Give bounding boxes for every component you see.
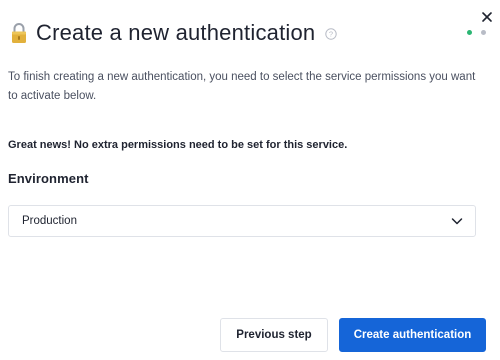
step-indicator [467, 30, 486, 35]
environment-select-value: Production [22, 215, 77, 227]
svg-text:?: ? [329, 30, 333, 39]
dialog-header: Create a new authentication ? [10, 20, 486, 46]
dialog-title: Create a new authentication [36, 20, 316, 45]
create-authentication-dialog: Create a new authentication ? To finish … [0, 0, 500, 360]
environment-label: Environment [8, 171, 89, 186]
step-dot-inactive [481, 30, 486, 35]
step-dot-active [467, 30, 472, 35]
previous-step-button[interactable]: Previous step [220, 318, 328, 352]
lock-icon [12, 23, 26, 43]
permissions-notice: Great news! No extra permissions need to… [8, 139, 348, 151]
question-circle-icon[interactable]: ? [325, 28, 338, 40]
create-authentication-button[interactable]: Create authentication [339, 318, 486, 352]
dialog-description: To finish creating a new authentication,… [8, 71, 476, 102]
chevron-down-icon [451, 218, 463, 225]
environment-select[interactable]: Production [8, 205, 476, 237]
